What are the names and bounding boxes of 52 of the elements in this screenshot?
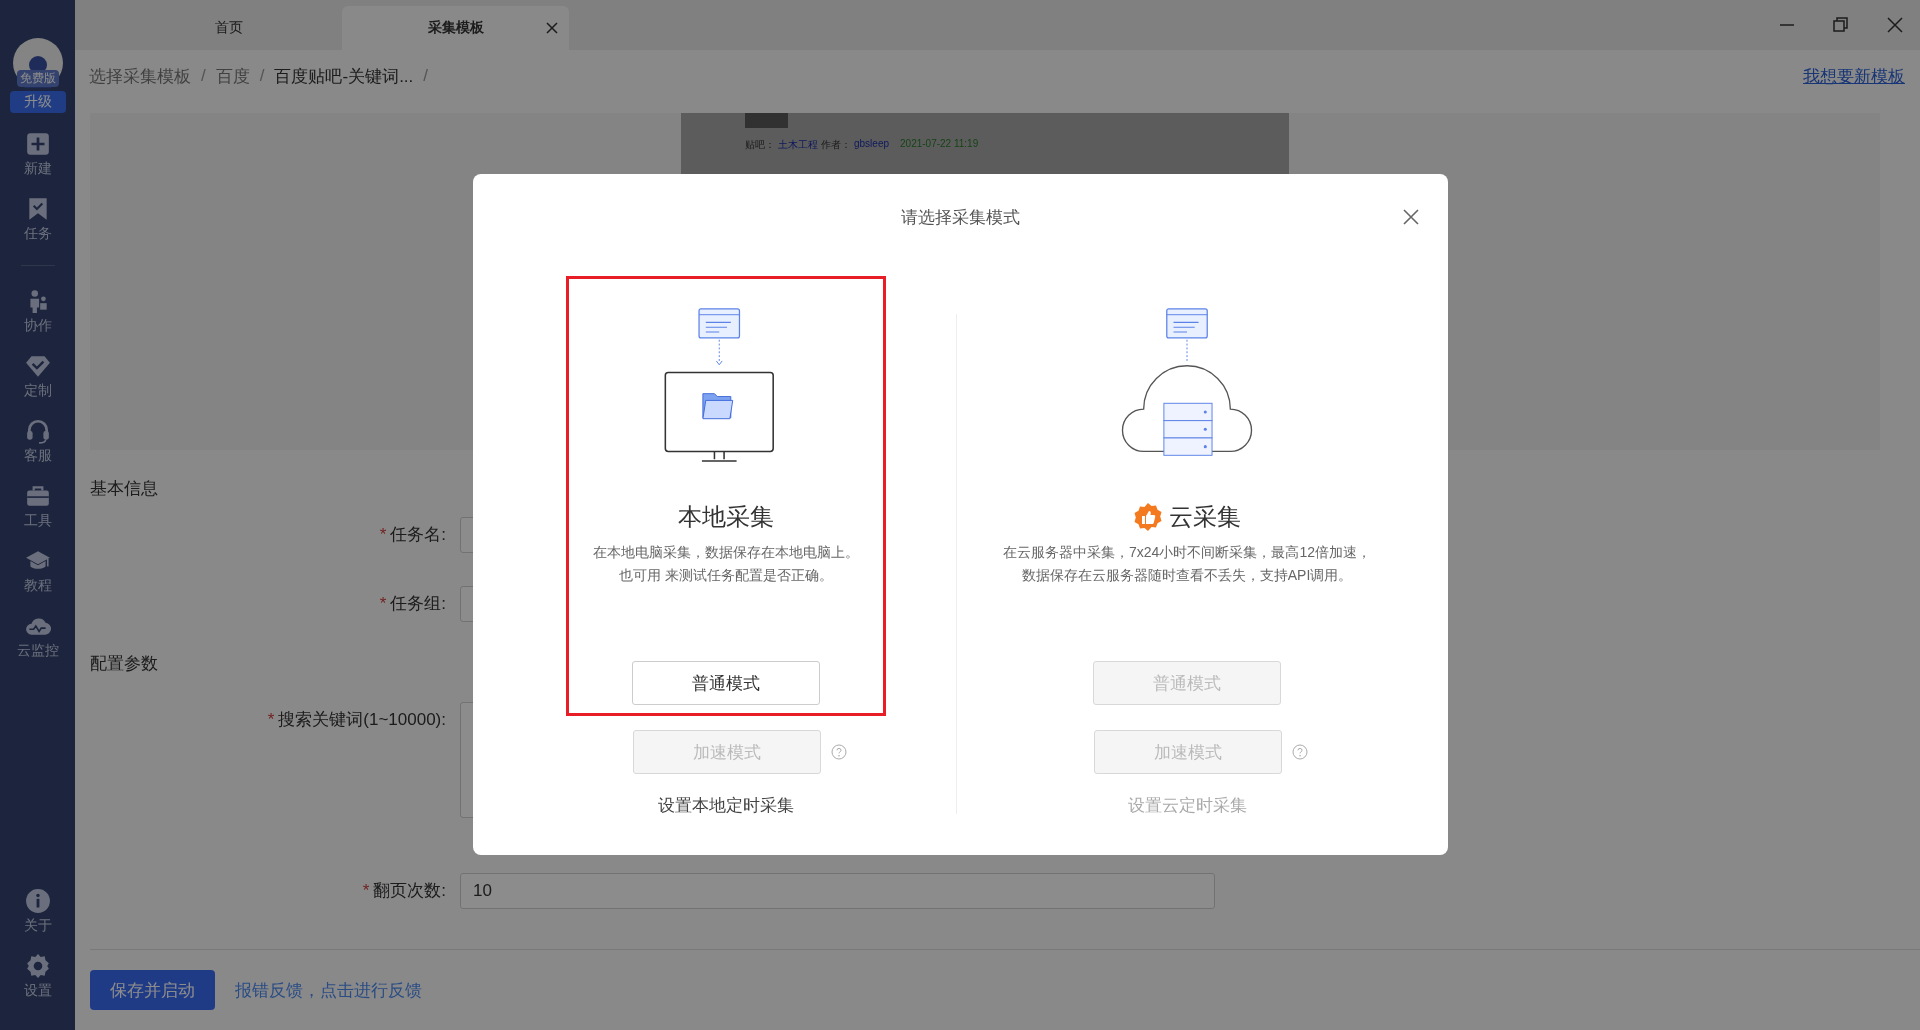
sidebar-item[interactable]: 设置 (23, 953, 52, 1000)
schedule-link[interactable]: 设置本地定时采集 (658, 794, 794, 817)
section-title: 基本信息 (89, 478, 158, 500)
field-label: * 搜索关键词(1~10000): (266, 709, 447, 731)
normal-mode-button[interactable]: 普通模式 (632, 661, 820, 705)
breadcrumb-separator: / (423, 66, 429, 86)
option-title: 本地采集 (678, 502, 774, 532)
sidebar-item[interactable]: 云监控 (16, 613, 59, 660)
text-field[interactable]: 10 (460, 873, 1215, 909)
forum-link[interactable]: 土木工程 (778, 138, 818, 152)
sidebar-item[interactable]: 关于 (23, 888, 52, 935)
settings-icon (24, 953, 51, 979)
sidebar-item[interactable]: 任务 (23, 196, 52, 243)
sidebar-item[interactable]: 协作 (23, 288, 52, 335)
tab[interactable]: 首页 (115, 6, 342, 50)
restore-icon[interactable] (1832, 16, 1850, 34)
diamond-check-icon (24, 353, 51, 379)
close-icon[interactable] (1402, 208, 1420, 226)
sidebar-item[interactable]: 教程 (23, 548, 52, 595)
breadcrumb-separator: / (201, 66, 206, 86)
upgrade-button[interactable]: 升级 (9, 91, 66, 113)
photo-placeholder (745, 113, 788, 128)
close-icon[interactable] (545, 21, 559, 35)
post-time: 2021-07-22 11:19 (900, 138, 979, 151)
sidebar-item[interactable]: 工具 (23, 483, 52, 530)
sidebar-item[interactable]: 新建 (23, 131, 52, 178)
breadcrumb-link[interactable]: 百度贴吧-关键词... (274, 64, 414, 88)
toolbox-icon (24, 483, 51, 509)
feedback-link[interactable]: 报错反馈，点击进行反馈 (235, 978, 422, 1002)
headset-icon (24, 418, 51, 444)
new-template-link[interactable]: 我想要新模板 (1803, 64, 1905, 88)
field-label: * 任务名: (378, 524, 447, 546)
option-description: 在云服务器中采集，7x24小时不间断采集，最高12倍加速， 数据保存在云服务器随时查看不丢失，支持API调用。 (1003, 543, 1371, 585)
plan-badge: 免费版 (16, 70, 59, 87)
field-label: * 翻页次数: (361, 880, 447, 902)
breadcrumb-link[interactable]: 选择采集模板 (89, 64, 191, 88)
author-link[interactable]: gbsleep (854, 138, 890, 152)
option-card[interactable]: 本地采集 在本地电脑采集，数据保存在本地电脑上。 也可用 来测试任务配置是否正确。 普通模式 (566, 276, 886, 716)
breadcrumb-link[interactable]: 百度 (215, 64, 250, 88)
sidebar-item[interactable]: 定制 (23, 353, 52, 400)
option-title: 云采集 (1169, 502, 1241, 532)
info-icon (24, 888, 51, 914)
field-label: * 任务组: (378, 593, 447, 615)
plus-icon (24, 131, 51, 157)
tab[interactable]: 采集模板 (342, 6, 569, 50)
close-icon[interactable] (1886, 16, 1904, 34)
sidebar-item[interactable]: 客服 (23, 418, 52, 465)
section-title: 配置参数 (89, 653, 158, 675)
dialog-title: 请选择采集模式 (901, 206, 1020, 229)
option-description: 在本地电脑采集，数据保存在本地电脑上。 也可用 来测试任务配置是否正确。 (593, 543, 859, 585)
breadcrumb-separator: / (259, 66, 265, 86)
save-and-start-button[interactable]: 保存并启动 (90, 970, 215, 1010)
